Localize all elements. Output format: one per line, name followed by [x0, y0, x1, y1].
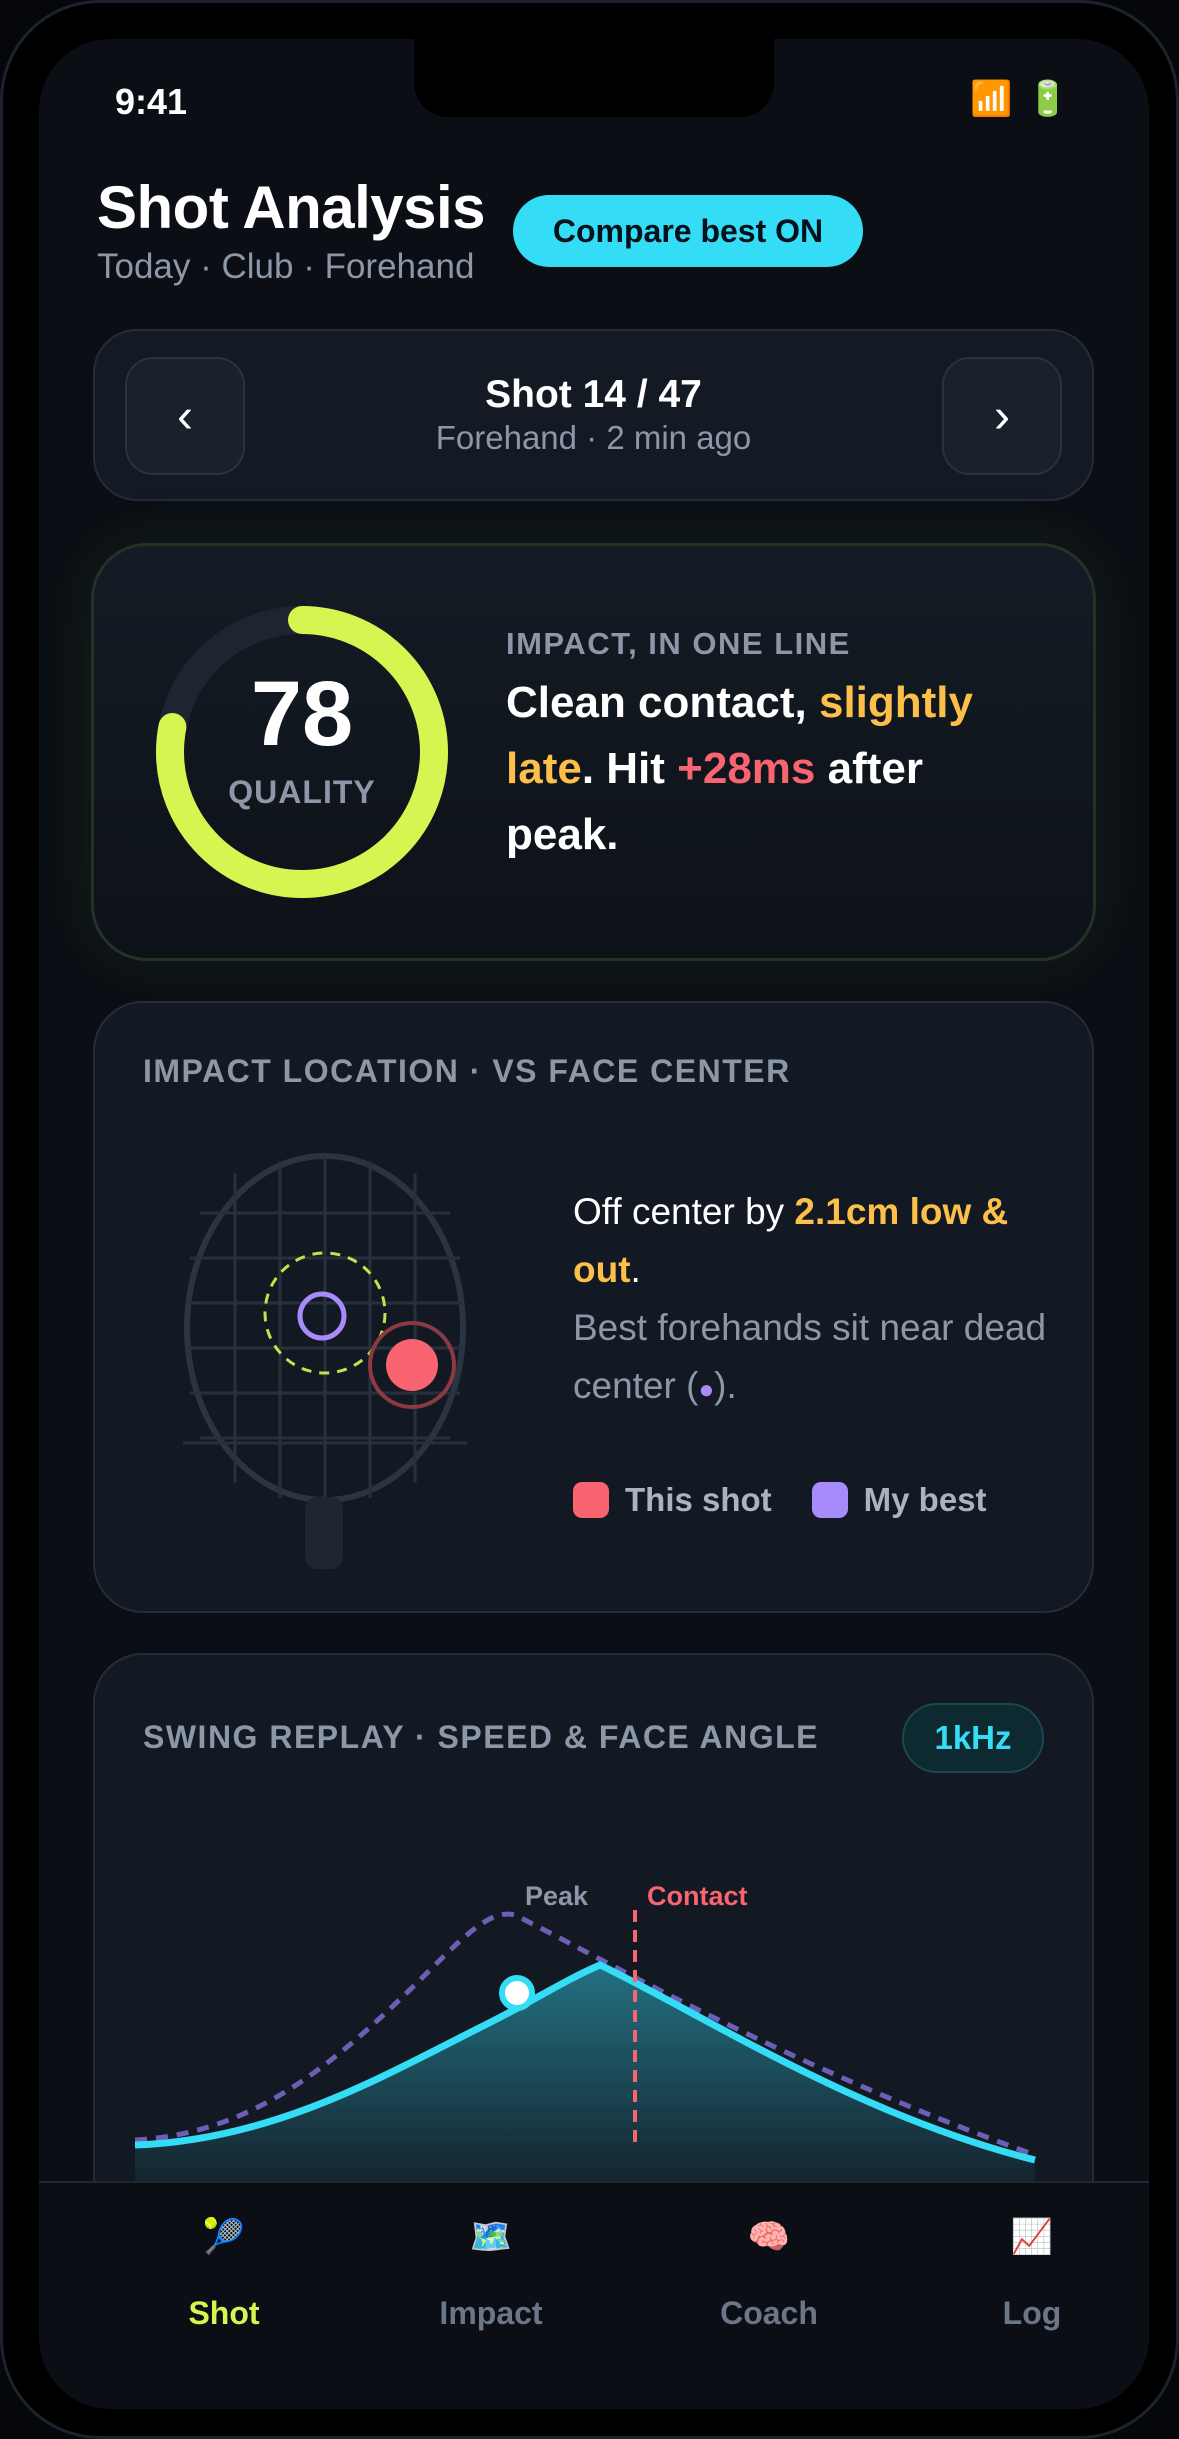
legend-label: My best — [863, 1481, 987, 1518]
legend-swatch — [573, 1482, 609, 1518]
next-shot-button[interactable]: › — [942, 357, 1062, 475]
best-dot-icon: ● — [698, 1374, 715, 1404]
tab-label: Coach — [720, 2295, 818, 2331]
quality-label: QUALITY — [228, 774, 376, 810]
location-text-part: . — [630, 1249, 641, 1290]
tab-label: Impact — [439, 2295, 543, 2331]
status-time: 9:41 — [115, 81, 188, 122]
shot-navigator: ‹ Shot 14 / 47 Forehand · 2 min ago › — [93, 329, 1094, 501]
battery-icon: 🔋 — [1026, 80, 1069, 118]
impact-summary-part: . Hit — [581, 744, 678, 793]
legend-swatch — [811, 1482, 848, 1518]
chart-icon: 📈 — [1010, 2218, 1054, 2256]
map-icon: 🗺️ — [469, 2218, 513, 2256]
impact-legend: This shot My best — [573, 1481, 987, 1519]
tab-log[interactable]: 📈 Log — [932, 2207, 1132, 2332]
location-text-part: Off center by — [573, 1191, 795, 1232]
swing-replay-heading: SWING REPLAY · SPEED & FACE ANGLE — [143, 1719, 819, 1755]
contact-label: Contact — [647, 1881, 748, 1911]
tab-shot[interactable]: 🎾 Shot — [124, 2207, 324, 2332]
tab-bar: 🎾 Shot 🗺️ Impact 🧠 Coach 📈 Log — [39, 2181, 1149, 2409]
tab-impact[interactable]: 🗺️ Impact — [391, 2207, 591, 2332]
page-subtitle: Today · Club · Forehand — [97, 247, 475, 286]
quality-card: 78 QUALITY IMPACT, IN ONE LINE Clean con… — [91, 543, 1096, 961]
brain-icon: 🧠 — [747, 2218, 791, 2256]
tab-label: Shot — [188, 2295, 260, 2331]
impact-summary-part: Clean contact, — [506, 678, 819, 727]
legend-label: This shot — [625, 1481, 772, 1518]
this-shot-marker — [386, 1339, 438, 1391]
impact-heading: IMPACT, IN ONE LINE — [506, 626, 851, 661]
peak-label: Peak — [525, 1881, 589, 1911]
impact-timing-highlight: +28ms — [677, 744, 816, 793]
notch — [414, 39, 774, 117]
impact-location-text: Off center by 2.1cm low & out. Best fore… — [573, 1183, 1063, 1418]
compare-best-button[interactable]: Compare best ON — [513, 195, 863, 267]
my-best-marker — [297, 1291, 347, 1341]
location-note: Best forehands sit near dead center ( — [573, 1307, 1047, 1406]
impact-location-card: IMPACT LOCATION · VS FACE CENTER Off cen… — [93, 1001, 1094, 1613]
legend-this-shot: This shot — [573, 1481, 772, 1519]
screen: 9:41 📶 🔋 Shot Analysis Today · Club · Fo… — [39, 39, 1149, 2409]
quality-score: 78 — [250, 663, 354, 765]
phone-frame: 9:41 📶 🔋 Shot Analysis Today · Club · Fo… — [0, 0, 1179, 2439]
tennis-racket-icon: 🎾 — [202, 2218, 246, 2256]
swing-chart: Peak Contact — [135, 1881, 1036, 2215]
legend-my-best: My best — [811, 1481, 987, 1519]
tab-label: Log — [1002, 2295, 1062, 2331]
page-title: Shot Analysis — [97, 174, 486, 241]
speed-area — [135, 1965, 1035, 2215]
playhead-handle[interactable] — [499, 1975, 535, 2011]
racket-face-diagram — [183, 1153, 467, 1569]
impact-location-heading: IMPACT LOCATION · VS FACE CENTER — [143, 1053, 791, 1089]
status-icons: 📶 🔋 — [970, 79, 1069, 119]
tab-coach[interactable]: 🧠 Coach — [669, 2207, 869, 2332]
wifi-icon: 📶 — [970, 80, 1013, 118]
racket-handle — [305, 1497, 343, 1569]
location-note: ). — [714, 1365, 737, 1406]
sample-rate-badge[interactable]: 1kHz — [902, 1703, 1044, 1773]
impact-summary: Clean contact, slightly late. Hit +28ms … — [506, 670, 1046, 868]
